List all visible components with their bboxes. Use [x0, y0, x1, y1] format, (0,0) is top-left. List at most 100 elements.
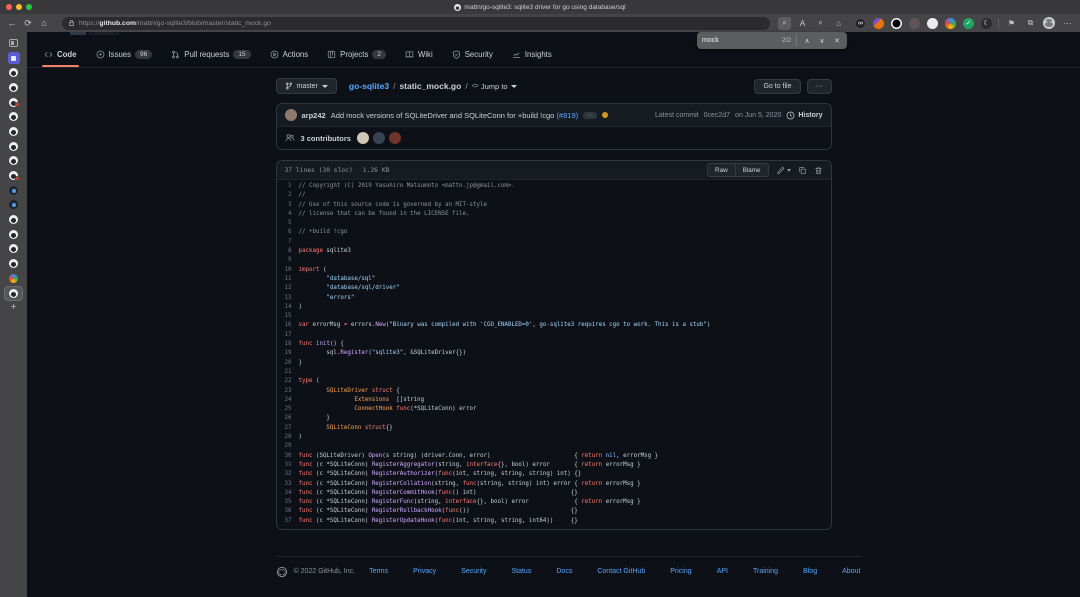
- tab-github-11[interactable]: [5, 242, 22, 257]
- line-number[interactable]: 19: [277, 349, 299, 358]
- edit-file-button[interactable]: [776, 166, 791, 175]
- line-number[interactable]: 4: [277, 210, 299, 219]
- tab-github-7[interactable]: [5, 154, 22, 169]
- sidebar-panel-toggle[interactable]: [5, 36, 22, 51]
- line-number[interactable]: 28: [277, 433, 299, 442]
- tab-browser-settings[interactable]: [5, 271, 22, 286]
- contributors-link[interactable]: 3 contributors: [301, 134, 351, 143]
- repo-tab-insights[interactable]: Insights: [506, 44, 558, 67]
- line-number[interactable]: 3: [277, 201, 299, 210]
- commit-message[interactable]: Add mock versions of SQLiteDriver and SQ…: [331, 111, 578, 120]
- line-number[interactable]: 22: [277, 377, 299, 386]
- repo-tab-pull-requests[interactable]: Pull requests15: [165, 44, 256, 67]
- repo-tab-security[interactable]: Security: [446, 44, 499, 67]
- jump-to-button[interactable]: <> Jump to: [472, 82, 517, 91]
- delete-file-button[interactable]: [814, 166, 823, 175]
- footer-link-blog[interactable]: Blog: [803, 568, 817, 575]
- line-number[interactable]: 17: [277, 331, 299, 340]
- tab-github-1[interactable]: [5, 65, 22, 80]
- go-to-file-button[interactable]: Go to file: [754, 79, 800, 94]
- file-kebab-menu-button[interactable]: ···: [807, 79, 832, 94]
- profile-avatar[interactable]: [1043, 17, 1055, 29]
- extension-icon-6[interactable]: [945, 18, 956, 29]
- refresh-button[interactable]: ⟳: [20, 18, 36, 29]
- line-number[interactable]: 23: [277, 387, 299, 396]
- raw-button[interactable]: Raw: [708, 164, 735, 176]
- line-number[interactable]: 15: [277, 312, 299, 321]
- find-previous-button[interactable]: ∧: [802, 37, 812, 45]
- find-close-button[interactable]: ✕: [832, 37, 842, 45]
- line-number[interactable]: 30: [277, 452, 299, 461]
- line-number[interactable]: 11: [277, 275, 299, 284]
- line-number[interactable]: 8: [277, 247, 299, 256]
- tab-github-2[interactable]: [5, 80, 22, 95]
- line-number[interactable]: 21: [277, 368, 299, 377]
- commit-status-pending-icon[interactable]: [602, 112, 608, 118]
- line-number[interactable]: 6: [277, 228, 299, 237]
- line-number[interactable]: 16: [277, 321, 299, 330]
- commit-author-avatar[interactable]: [285, 109, 297, 121]
- tab-pinned-app[interactable]: [5, 51, 22, 66]
- line-number[interactable]: 24: [277, 396, 299, 405]
- tab-github-active[interactable]: [5, 286, 22, 301]
- repo-tab-actions[interactable]: Actions: [264, 44, 315, 67]
- line-number[interactable]: 26: [277, 414, 299, 423]
- footer-link-about[interactable]: About: [842, 568, 860, 575]
- find-next-button[interactable]: ∨: [817, 37, 827, 45]
- tab-github-12[interactable]: [5, 256, 22, 271]
- line-number[interactable]: 36: [277, 507, 299, 516]
- avatar[interactable]: [389, 132, 401, 144]
- line-number[interactable]: 18: [277, 340, 299, 349]
- line-number[interactable]: 34: [277, 489, 299, 498]
- footer-link-api[interactable]: API: [717, 568, 728, 575]
- line-number[interactable]: 9: [277, 256, 299, 265]
- line-number[interactable]: 7: [277, 238, 299, 247]
- footer-link-status[interactable]: Status: [511, 568, 531, 575]
- line-number[interactable]: 31: [277, 461, 299, 470]
- tab-docs-2[interactable]: [5, 198, 22, 213]
- line-number[interactable]: 20: [277, 359, 299, 368]
- line-number[interactable]: 37: [277, 517, 299, 526]
- line-number[interactable]: 33: [277, 480, 299, 489]
- home-button[interactable]: ⌂: [36, 18, 52, 28]
- line-number[interactable]: 14: [277, 303, 299, 312]
- commit-message-expand-button[interactable]: …: [583, 112, 597, 119]
- footer-link-security[interactable]: Security: [461, 568, 486, 575]
- extension-icon-8[interactable]: ☾: [981, 18, 992, 29]
- zoom-button[interactable]: ⌕: [814, 17, 827, 30]
- footer-link-training[interactable]: Training: [753, 568, 778, 575]
- tab-github-8[interactable]: [5, 168, 22, 183]
- footer-link-pricing[interactable]: Pricing: [670, 568, 691, 575]
- line-number[interactable]: 2: [277, 191, 299, 200]
- browser-menu-button[interactable]: ⋯: [1061, 17, 1074, 30]
- favorites-button[interactable]: ⚑: [1005, 17, 1018, 30]
- find-input[interactable]: mock: [702, 37, 777, 44]
- reader-home-button[interactable]: ⌂: [832, 17, 845, 30]
- copy-raw-button[interactable]: [798, 166, 807, 175]
- text-size-button[interactable]: A: [796, 17, 809, 30]
- avatar[interactable]: [373, 132, 385, 144]
- commit-hash[interactable]: 0cec2d7: [704, 112, 730, 119]
- line-number[interactable]: 13: [277, 294, 299, 303]
- history-button[interactable]: History: [786, 111, 822, 120]
- branch-selector-button[interactable]: master: [276, 78, 337, 94]
- tab-github-3[interactable]: [5, 95, 22, 110]
- tab-github-10[interactable]: [5, 227, 22, 242]
- line-number[interactable]: 27: [277, 424, 299, 433]
- tab-github-5[interactable]: [5, 124, 22, 139]
- line-number[interactable]: 25: [277, 405, 299, 414]
- back-button[interactable]: ←: [4, 18, 20, 28]
- extension-icon-1[interactable]: ∞: [855, 18, 866, 29]
- extension-icon-3[interactable]: [891, 18, 902, 29]
- blame-button[interactable]: Blame: [735, 164, 768, 176]
- line-number[interactable]: 10: [277, 266, 299, 275]
- line-number[interactable]: 32: [277, 470, 299, 479]
- collections-button[interactable]: ⧉: [1024, 17, 1037, 30]
- repo-tab-code[interactable]: Code: [38, 44, 83, 67]
- new-tab-button[interactable]: +: [5, 300, 22, 315]
- commit-author[interactable]: arp242: [302, 111, 326, 120]
- line-number[interactable]: 29: [277, 442, 299, 451]
- pr-link[interactable]: (#819): [556, 111, 578, 120]
- line-number[interactable]: 1: [277, 182, 299, 191]
- line-number[interactable]: 5: [277, 219, 299, 228]
